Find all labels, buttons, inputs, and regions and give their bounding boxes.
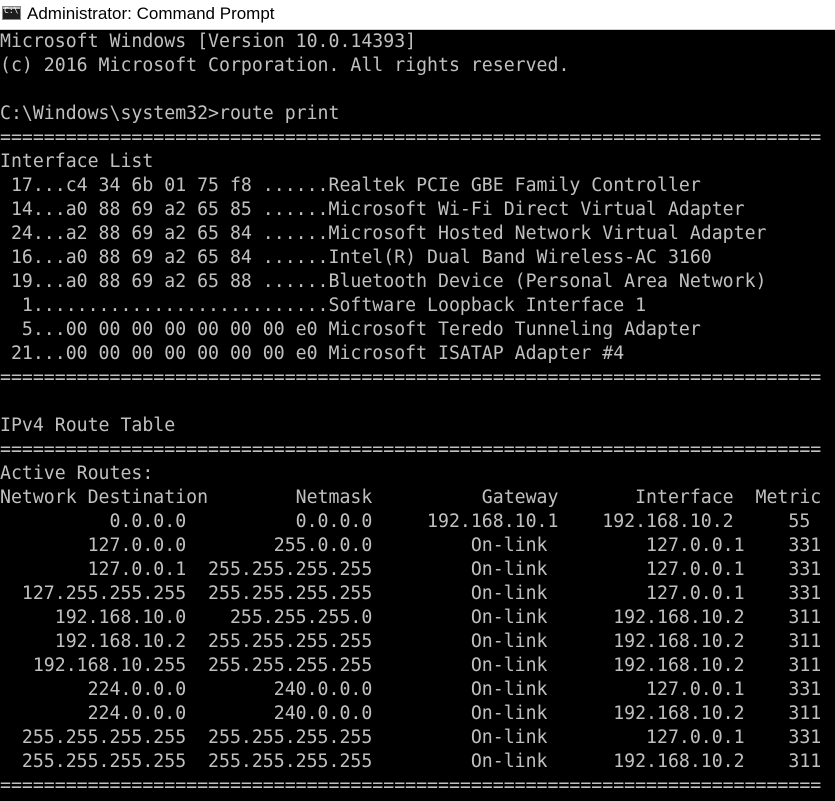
route-row: 192.168.10.0 255.255.255.0 On-link 192.1… [0, 607, 822, 628]
ipv4-route-table-heading: IPv4 Route Table [0, 415, 176, 436]
title-bar[interactable]: C:\ Administrator: Command Prompt [0, 0, 835, 30]
banner-version-line: Microsoft Windows [Version 10.0.14393] [0, 31, 417, 52]
cmd-icon: C:\ [2, 6, 21, 20]
interface-list-heading: Interface List [0, 151, 154, 172]
separator-line: ========================================… [0, 439, 822, 460]
route-row: 224.0.0.0 240.0.0.0 On-link 192.168.10.2… [0, 703, 822, 724]
interface-row: 5...00 00 00 00 00 00 00 e0 Microsoft Te… [0, 319, 701, 340]
route-row: 192.168.10.255 255.255.255.255 On-link 1… [0, 655, 822, 676]
route-row: 224.0.0.0 240.0.0.0 On-link 127.0.0.1 33… [0, 679, 822, 700]
separator-line: ========================================… [0, 775, 822, 796]
route-row: 127.0.0.1 255.255.255.255 On-link 127.0.… [0, 559, 822, 580]
route-row: 255.255.255.255 255.255.255.255 On-link … [0, 751, 822, 772]
active-routes-heading: Active Routes: [0, 463, 154, 484]
interface-row: 17...c4 34 6b 01 75 f8 ......Realtek PCI… [0, 175, 701, 196]
route-row: 127.255.255.255 255.255.255.255 On-link … [0, 583, 822, 604]
route-row: 0.0.0.0 0.0.0.0 192.168.10.1 192.168.10.… [0, 511, 811, 532]
interface-row: 21...00 00 00 00 00 00 00 e0 Microsoft I… [0, 343, 625, 364]
window-title: Administrator: Command Prompt [27, 4, 275, 23]
prompt-command-line: C:\Windows\system32>route print [0, 103, 340, 124]
route-row: 192.168.10.2 255.255.255.255 On-link 192… [0, 631, 822, 652]
route-row: 255.255.255.255 255.255.255.255 On-link … [0, 727, 822, 748]
interface-row: 1...........................Software Loo… [0, 295, 647, 316]
route-row: 127.0.0.0 255.0.0.0 On-link 127.0.0.1 33… [0, 535, 822, 556]
cmd-icon-glyph: C:\ [4, 6, 19, 15]
banner-copyright-line: (c) 2016 Microsoft Corporation. All righ… [0, 55, 570, 76]
separator-line: ========================================… [0, 367, 822, 388]
interface-row: 16...a0 88 69 a2 65 84 ......Intel(R) Du… [0, 247, 712, 268]
interface-row: 19...a0 88 69 a2 65 88 ......Bluetooth D… [0, 271, 767, 292]
routes-column-header: Network Destination Netmask Gateway Inte… [0, 487, 822, 508]
console-output[interactable]: Microsoft Windows [Version 10.0.14393] (… [0, 30, 835, 801]
interface-row: 14...a0 88 69 a2 65 85 ......Microsoft W… [0, 199, 745, 220]
separator-line: ========================================… [0, 127, 822, 148]
interface-row: 24...a2 88 69 a2 65 84 ......Microsoft H… [0, 223, 767, 244]
